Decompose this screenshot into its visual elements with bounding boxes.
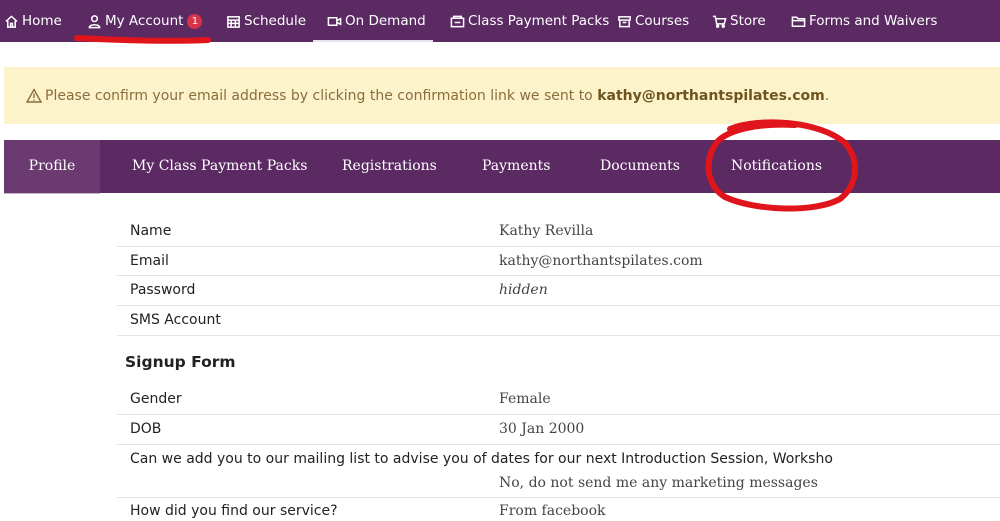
signup-row-dob: DOB 30 Jan 2000: [117, 415, 1000, 445]
nav-schedule-label: Schedule: [244, 13, 307, 29]
nav-store[interactable]: Store: [712, 0, 766, 42]
video-icon: [327, 16, 342, 26]
nav-courses[interactable]: Courses: [617, 0, 689, 42]
name-label: Name: [130, 223, 172, 239]
alert-suffix: .: [824, 87, 830, 104]
email-label: Email: [130, 253, 169, 269]
nav-home[interactable]: Home: [4, 0, 62, 42]
profile-row-password: Password hidden: [117, 276, 1000, 306]
sms-account-label: SMS Account: [130, 312, 221, 328]
signup-row-gender: Gender Female: [117, 385, 1000, 415]
red-circle-annotation: [705, 119, 859, 212]
profile-row-sms-account: SMS Account: [117, 306, 1000, 336]
mailing-list-label: Can we add you to our mailing list to ad…: [130, 451, 833, 467]
folder-icon: [791, 16, 806, 27]
gender-value: Female: [499, 391, 551, 407]
box-icon: [618, 15, 631, 27]
referral-value: From facebook: [499, 503, 606, 519]
nav-store-label: Store: [730, 13, 766, 29]
password-label: Password: [130, 282, 196, 298]
calendar-icon: [227, 15, 240, 28]
alert-email: kathy@northantspilates.com: [597, 87, 825, 104]
red-underline-annotation: [74, 35, 211, 44]
nav-on-demand-label: On Demand: [345, 13, 426, 29]
home-icon: [5, 14, 18, 28]
tab-documents[interactable]: Documents: [600, 140, 680, 193]
nav-forms-and-waivers-label: Forms and Waivers: [809, 13, 938, 29]
mailing-list-value: No, do not send me any marketing message…: [499, 475, 818, 491]
dob-label: DOB: [130, 421, 162, 437]
email-value: kathy@northantspilates.com: [499, 253, 703, 269]
signup-form-heading: Signup Form: [125, 353, 236, 371]
alert-text: Please confirm your email address by cli…: [45, 87, 598, 104]
tab-profile[interactable]: Profile: [4, 140, 100, 194]
profile-row-email: Email kathy@northantspilates.com: [117, 247, 1000, 276]
tab-registrations[interactable]: Registrations: [342, 140, 437, 193]
referral-label: How did you find our service?: [130, 503, 338, 519]
profile-row-name: Name Kathy Revilla: [117, 217, 1000, 247]
user-icon: [88, 14, 101, 28]
nav-home-label: Home: [22, 13, 62, 29]
tab-payments[interactable]: Payments: [482, 140, 550, 193]
notification-badge: 1: [187, 13, 203, 29]
dob-value: 30 Jan 2000: [499, 421, 585, 437]
nav-on-demand[interactable]: On Demand: [327, 0, 426, 42]
nav-schedule[interactable]: Schedule: [226, 0, 306, 42]
nav-forms-and-waivers[interactable]: Forms and Waivers: [791, 0, 937, 42]
signup-row-referral: How did you find our service? From faceb…: [117, 498, 1000, 521]
cart-icon: [712, 15, 727, 28]
warning-icon: [26, 88, 42, 103]
name-value: Kathy Revilla: [499, 223, 594, 239]
nav-courses-label: Courses: [635, 13, 690, 29]
nav-my-account-label: My Account: [105, 13, 184, 29]
nav-class-payment-packs[interactable]: Class Payment Packs: [450, 0, 609, 42]
nav-class-payment-packs-label: Class Payment Packs: [468, 13, 610, 29]
ticket-icon: [450, 15, 465, 27]
password-value: hidden: [499, 282, 548, 298]
gender-label: Gender: [130, 391, 182, 407]
active-nav-indicator: [313, 40, 433, 42]
signup-row-mailing-list: Can we add you to our mailing list to ad…: [117, 445, 1000, 498]
tab-my-class-payment-packs[interactable]: My Class Payment Packs: [132, 140, 307, 193]
